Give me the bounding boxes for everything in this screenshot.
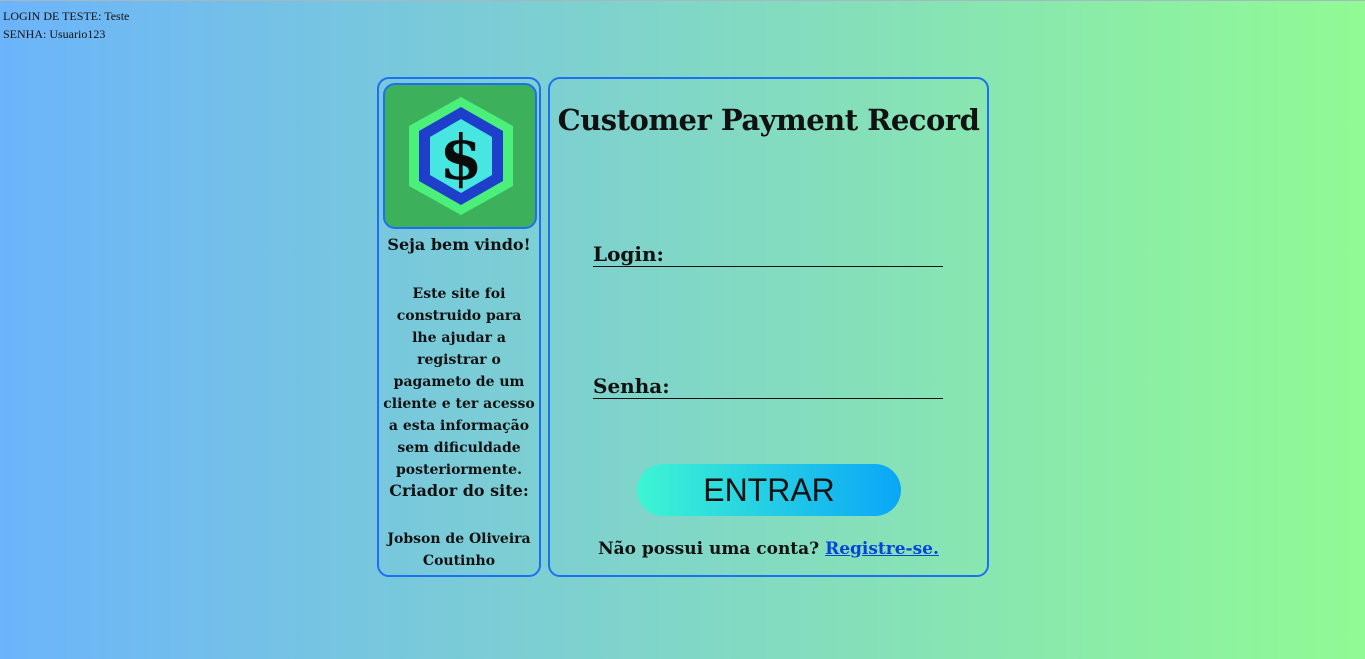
register-link[interactable]: Registre-se. [825,539,939,559]
register-line: Não possui uma conta? Registre-se. [550,539,987,559]
logo: $ [383,83,537,229]
top-border [0,0,1365,1]
welcome-heading: Seja bem vindo! [387,235,531,254]
login-field: Login: [593,236,943,267]
enter-button[interactable]: ENTRAR [637,464,901,516]
svg-text:$: $ [439,121,482,194]
creator-name: Jobson de Oliveira Coutinho [387,531,531,569]
password-label: Senha: [593,374,670,398]
welcome-card: $ Seja bem vindo! Este site foi construi… [377,77,541,577]
login-input[interactable] [663,240,943,266]
login-label: Login: [593,242,664,266]
register-prompt: Não possui uma conta? [598,539,820,559]
test-password-text: SENHA: Usuario123 [3,27,106,41]
password-input[interactable] [669,372,943,398]
site-description: Este site foi construido para lhe ajudar… [383,286,535,478]
page-title: Customer Payment Record [557,103,980,137]
test-login-text: LOGIN DE TESTE: Teste [3,9,130,23]
test-credentials: LOGIN DE TESTE: Teste SENHA: Usuario123 [3,7,129,43]
dollar-hexagon-icon: $ [409,97,513,215]
creator-label: Criador do site: [389,481,529,500]
password-field: Senha: [593,368,943,399]
login-card: Customer Payment Record Login: Senha: EN… [548,77,989,577]
